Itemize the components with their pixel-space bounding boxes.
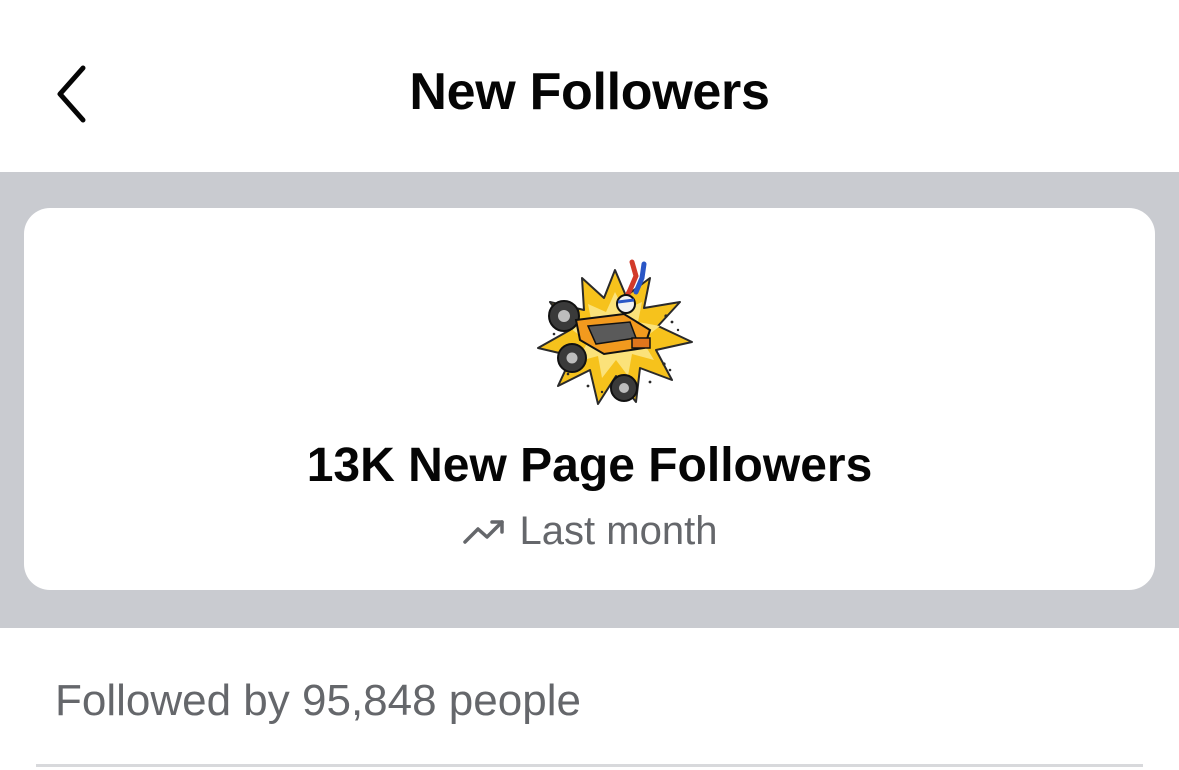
top-navigation-bar: New Followers (0, 0, 1179, 172)
period-row: Last month (24, 506, 1155, 556)
new-followers-summary-card: 13K New Page Followers Last month (24, 208, 1155, 590)
total-followers-text: Followed by 95,848 people (55, 676, 581, 725)
section-divider (36, 764, 1143, 767)
new-followers-headline: 13K New Page Followers (306, 439, 873, 492)
page-title: New Followers (409, 63, 770, 121)
trending-up-icon (462, 520, 504, 544)
period-label: Last month (519, 509, 718, 553)
page-avatar-image (537, 259, 693, 405)
